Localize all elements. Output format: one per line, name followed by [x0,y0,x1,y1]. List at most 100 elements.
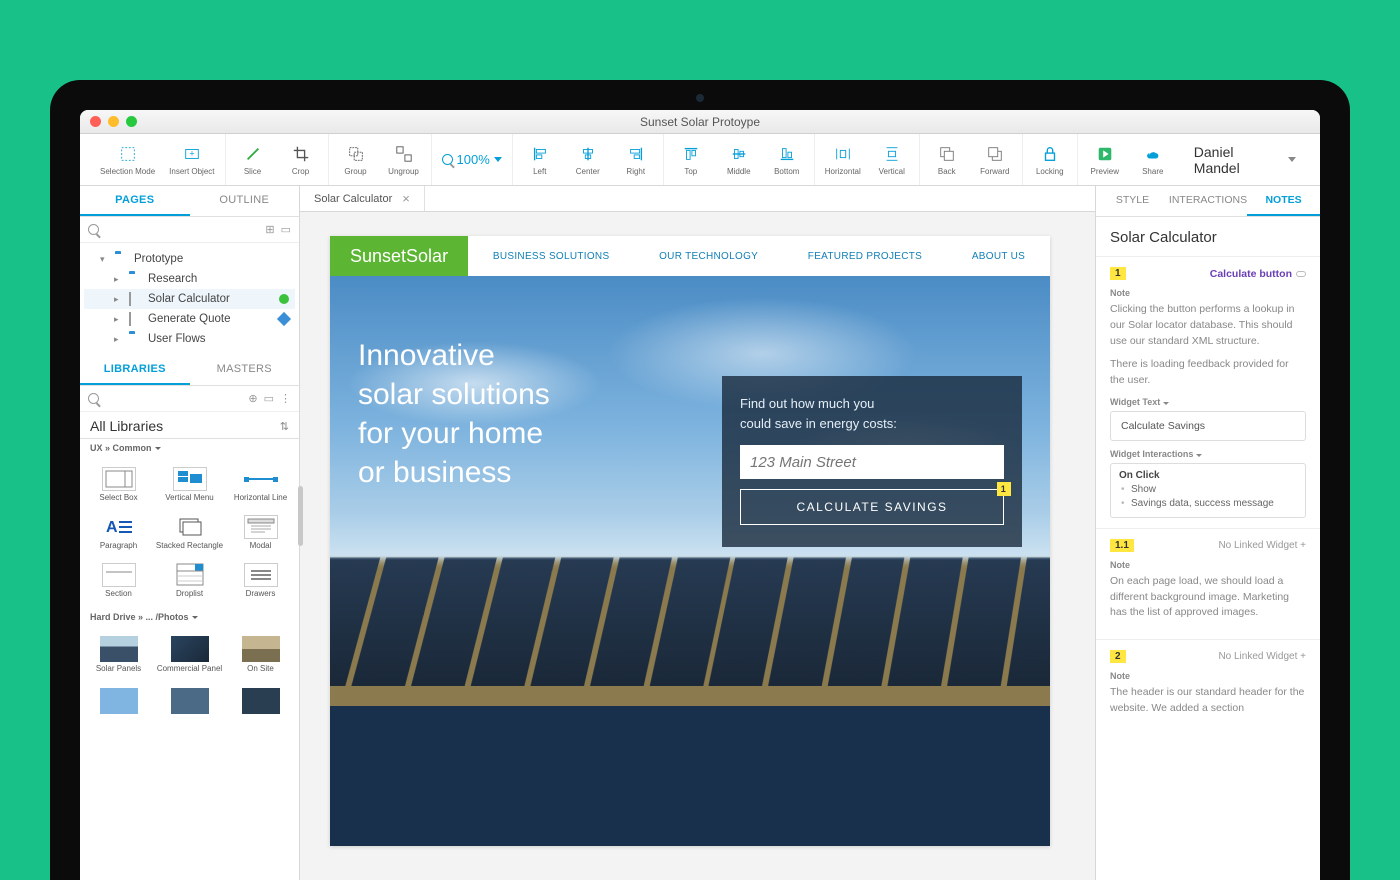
send-back-button[interactable]: Back [930,144,964,176]
note-no-linked-widget[interactable]: No Linked Widget + [1218,651,1306,662]
lib-item-paragraph[interactable]: AParagraph [84,511,153,555]
distribute-horizontal-button[interactable]: Horizontal [825,144,861,176]
libraries-search: ⊕ ▭ ⋮ [80,386,299,412]
calculate-savings-button[interactable]: CALCULATE SAVINGS 1 [740,489,1004,525]
align-left-button[interactable]: Left [523,144,557,176]
tab-masters[interactable]: MASTERS [190,355,300,385]
canvas-scroll[interactable]: SunsetSolar BUSINESS SOLUTIONS OUR TECHN… [300,212,1095,880]
align-middle-button[interactable]: Middle [722,144,756,176]
lib-item-horizontal-line[interactable]: Horizontal Line [226,463,295,507]
doc-tab-solar-calculator[interactable]: Solar Calculator × [300,186,425,211]
zoom-control[interactable]: 100% [442,152,502,167]
ungroup-button[interactable]: Ungroup [387,144,421,176]
pages-search-input[interactable] [99,224,265,236]
laptop-frame: Sunset Solar Protoype Selection Mode + I… [50,80,1350,880]
tab-style[interactable]: STYLE [1096,186,1169,216]
chevron-down-icon [192,616,198,619]
locking-button[interactable]: Locking [1033,144,1067,176]
slice-button[interactable]: Slice [236,144,270,176]
calculator-card: Find out how much you could save in ener… [722,376,1022,547]
close-tab-icon[interactable]: × [402,191,410,206]
align-right-button[interactable]: Right [619,144,653,176]
tab-notes[interactable]: NOTES [1247,186,1320,216]
right-tabs: STYLE INTERACTIONS NOTES [1096,186,1320,217]
align-bottom-button[interactable]: Bottom [770,144,804,176]
align-top-button[interactable]: Top [674,144,708,176]
widget-text-label[interactable]: Widget Text [1110,397,1306,407]
nav-technology[interactable]: OUR TECHNOLOGY [659,251,758,262]
selection-mode-button[interactable]: Selection Mode [100,144,155,176]
tree-item-generate-quote[interactable]: ▸ Generate Quote [84,309,295,329]
tab-outline[interactable]: OUTLINE [190,186,300,216]
add-page-icon[interactable]: ⊞ [265,223,274,236]
note-linked-widget[interactable]: Calculate button [1210,268,1306,280]
nav-business[interactable]: BUSINESS SOLUTIONS [493,251,610,262]
photo-solar-panels[interactable]: Solar Panels [84,632,153,678]
group-button[interactable]: Group [339,144,373,176]
widget-interactions-label[interactable]: Widget Interactions [1110,449,1306,459]
libraries-search-input[interactable] [99,393,248,405]
note-no-linked-widget[interactable]: No Linked Widget + [1218,540,1306,551]
bring-forward-button[interactable]: Forward [978,144,1012,176]
titlebar: Sunset Solar Protoype [80,110,1320,134]
note-1-1: 1.1 No Linked Widget + Note On each page… [1096,529,1320,640]
note-1: 1 Calculate button Note Clicking the but… [1096,257,1320,529]
lib-item-stacked-rectangle[interactable]: Stacked Rectangle [155,511,224,555]
lib-action-icon[interactable]: ⊕ [248,392,257,405]
mockup-nav: SunsetSolar BUSINESS SOLUTIONS OUR TECHN… [330,236,1050,276]
scrollbar-thumb[interactable] [298,486,303,546]
note-badge: 2 [1110,650,1126,663]
lib-item-select-box[interactable]: Select Box [84,463,153,507]
svg-text:A: A [106,519,118,536]
lib-item-vertical-menu[interactable]: Vertical Menu [155,463,224,507]
tree-item-prototype[interactable]: ▾ Prototype [84,249,295,269]
photo-commercial-panel[interactable]: Commercial Panel [155,632,224,678]
photo-on-site[interactable]: On Site [226,632,295,678]
nav-projects[interactable]: FEATURED PROJECTS [808,251,922,262]
widget-text-field[interactable]: Calculate Savings [1110,411,1306,441]
nav-about[interactable]: ABOUT US [972,251,1025,262]
preview-button[interactable]: Preview [1088,144,1122,176]
share-button[interactable]: Share [1136,144,1170,176]
calc-prompt: Find out how much you could save in ener… [740,394,1004,433]
user-menu[interactable]: Daniel Mandel [1180,144,1310,176]
insert-object-button[interactable]: + Insert Object [169,144,214,176]
mockup-logo[interactable]: SunsetSolar [330,236,468,276]
interaction-list[interactable]: On Click Show Savings data, success mess… [1110,463,1306,518]
libraries-grid: Select Box Vertical Menu Horizontal Line… [80,457,299,608]
tab-interactions[interactable]: INTERACTIONS [1169,186,1247,216]
canvas-area: Solar Calculator × SunsetSolar BUSINESS … [300,186,1095,880]
distribute-vertical-button[interactable]: Vertical [875,144,909,176]
lib-menu-icon[interactable]: ⋮ [280,392,291,405]
tree-item-solar-calculator[interactable]: ▸ Solar Calculator [84,289,295,309]
libraries-breadcrumb[interactable]: UX » Common [80,439,299,457]
lib-item-droplist[interactable]: Droplist [155,559,224,603]
address-input[interactable] [740,445,1004,479]
add-folder-icon[interactable]: ▭ [281,223,291,236]
pages-outline-tabs: PAGES OUTLINE [80,186,299,217]
photo-thumb[interactable] [155,684,224,718]
libraries-dropdown[interactable]: All Libraries ⇅ [80,412,299,439]
tab-libraries[interactable]: LIBRARIES [80,355,190,385]
photo-thumb[interactable] [226,684,295,718]
search-icon [88,393,99,404]
status-green-icon [279,294,289,304]
lib-item-drawers[interactable]: Drawers [226,559,295,603]
close-window-button[interactable] [90,116,101,127]
maximize-window-button[interactable] [126,116,137,127]
crop-button[interactable]: Crop [284,144,318,176]
note-2: 2 No Linked Widget + Note The header is … [1096,640,1320,735]
lib-item-modal[interactable]: Modal [226,511,295,555]
lib-action-icon[interactable]: ▭ [264,392,274,405]
tab-pages[interactable]: PAGES [80,186,190,216]
note-badge: 1.1 [1110,539,1134,552]
align-center-button[interactable]: Center [571,144,605,176]
photo-thumb[interactable] [84,684,153,718]
chevron-down-icon [1288,157,1296,162]
photos-breadcrumb[interactable]: Hard Drive » ... /Photos [80,608,299,626]
note-badge-1: 1 [997,482,1011,496]
lib-item-section[interactable]: Section [84,559,153,603]
minimize-window-button[interactable] [108,116,119,127]
tree-item-user-flows[interactable]: ▸ User Flows [84,329,295,349]
tree-item-research[interactable]: ▸ Research [84,269,295,289]
